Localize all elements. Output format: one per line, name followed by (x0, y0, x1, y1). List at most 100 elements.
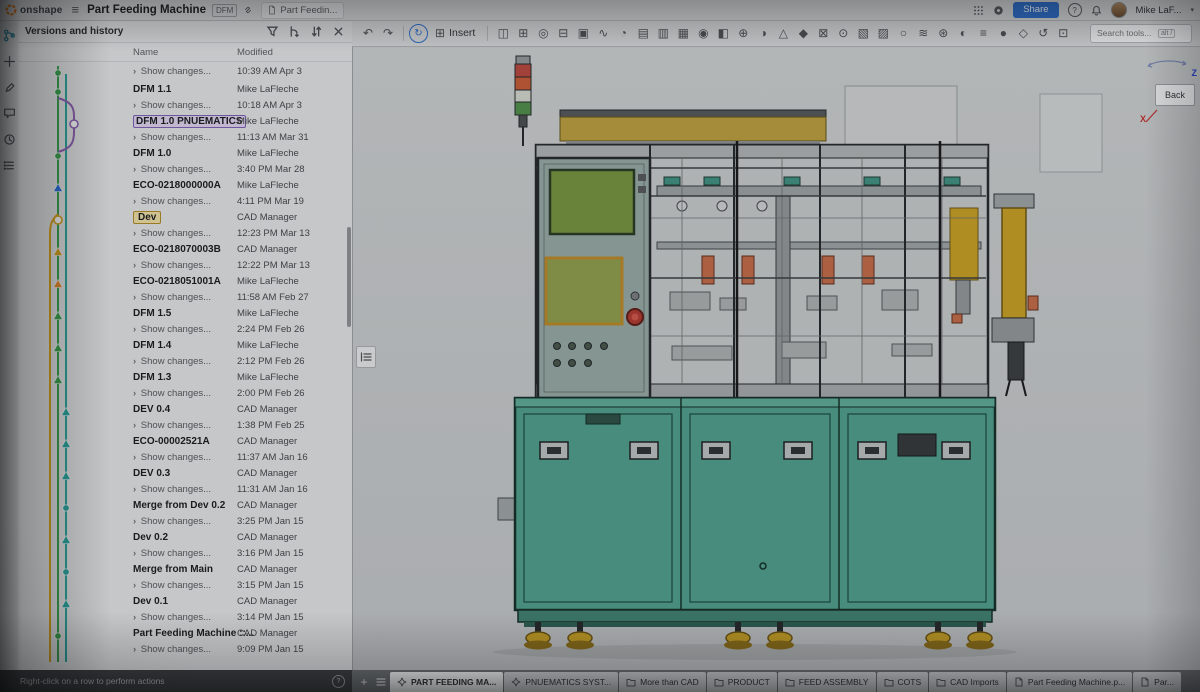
show-changes-link[interactable]: › Show changes... (133, 514, 237, 530)
resource-center-icon[interactable] (993, 5, 1004, 16)
tab-manager-icon[interactable] (372, 672, 390, 692)
version-row[interactable]: DFM 1.5› Show changes...Mike LaFleche2:2… (18, 306, 352, 338)
slider-mate-icon[interactable]: ⊟ (553, 23, 573, 43)
version-row[interactable]: ECO-00002521A› Show changes...CAD Manage… (18, 434, 352, 466)
tube-icon[interactable]: ○ (893, 23, 913, 43)
relations-icon[interactable]: ∿ (593, 23, 613, 43)
version-row[interactable]: DEV 0.3› Show changes...CAD Manager11:31… (18, 466, 352, 498)
measure-icon[interactable]: △ (773, 23, 793, 43)
linear-pattern-icon[interactable]: ▦ (673, 23, 693, 43)
version-row[interactable]: Dev 0.1› Show changes...CAD Manager3:14 … (18, 594, 352, 626)
show-changes-link[interactable]: › Show changes... (133, 64, 237, 80)
show-changes-link[interactable]: › Show changes... (133, 162, 237, 178)
close-icon[interactable] (332, 25, 345, 38)
version-row[interactable]: DFM 1.3› Show changes...Mike LaFleche2:0… (18, 370, 352, 402)
show-changes-link[interactable]: › Show changes... (133, 194, 237, 210)
appearance-icon[interactable]: ● (993, 23, 1013, 43)
version-row[interactable]: ECO-0218051001A› Show changes...Mike LaF… (18, 274, 352, 306)
version-row[interactable]: DEV 0.4› Show changes...CAD Manager1:38 … (18, 402, 352, 434)
frame-icon[interactable]: ▨ (873, 23, 893, 43)
version-row[interactable]: Dev› Show changes...CAD Manager12:23 PM … (18, 210, 352, 242)
hole-icon[interactable]: ⊙ (833, 23, 853, 43)
document-tab[interactable]: CAD Imports (929, 672, 1006, 692)
cam-relation-icon[interactable]: ◐ (953, 23, 973, 43)
panel-help-icon[interactable]: ? (332, 675, 345, 688)
replicate-icon[interactable]: ▥ (653, 23, 673, 43)
insert-button[interactable]: ⊞ Insert (428, 23, 482, 43)
mass-properties-icon[interactable]: ◆ (793, 23, 813, 43)
insights-icon[interactable] (3, 55, 16, 68)
version-row[interactable]: ECO-0218070003B› Show changes...CAD Mana… (18, 242, 352, 274)
interference-icon[interactable]: ⊠ (813, 23, 833, 43)
redo-icon[interactable]: ↷ (378, 23, 398, 43)
graphics-area[interactable]: Z Back X (352, 46, 1200, 670)
show-changes-link[interactable]: › Show changes... (133, 418, 237, 434)
update-available-icon[interactable]: ↻ (409, 24, 428, 43)
version-row[interactable]: Merge from Main› Show changes...CAD Mana… (18, 562, 352, 594)
mirror-icon[interactable]: ◧ (713, 23, 733, 43)
view-cube-back-face[interactable]: Back (1155, 84, 1195, 106)
show-changes-link[interactable]: › Show changes... (133, 546, 237, 562)
show-changes-link[interactable]: › Show changes... (133, 130, 237, 146)
show-changes-link[interactable]: › Show changes... (133, 642, 237, 658)
show-changes-link[interactable]: › Show changes... (133, 322, 237, 338)
show-changes-link[interactable]: › Show changes... (133, 258, 237, 274)
snapshot-icon[interactable]: ◔ (613, 23, 633, 43)
document-tab[interactable]: PRODUCT (707, 672, 777, 692)
onshape-logo-icon[interactable]: onshape (5, 4, 63, 16)
open-document-tab[interactable]: Part Feedin... (261, 2, 344, 19)
follow-mode-icon[interactable] (3, 81, 16, 94)
cad-model[interactable] (352, 46, 1200, 670)
group-icon[interactable]: ▣ (573, 23, 593, 43)
version-row[interactable]: DFM 1.1› Show changes...Mike LaFleche10:… (18, 82, 352, 114)
document-tab[interactable]: More than CAD (619, 672, 706, 692)
show-changes-link[interactable]: › Show changes... (133, 386, 237, 402)
show-changes-link[interactable]: › Show changes... (133, 578, 237, 594)
revolute-mate-icon[interactable]: ◎ (533, 23, 553, 43)
versions-history-icon[interactable] (3, 29, 16, 42)
version-row[interactable]: DFM 1.0 PNUEMATICS› Show changes...Mike … (18, 114, 352, 146)
help-icon[interactable]: ? (1068, 3, 1082, 17)
show-changes-link[interactable]: › Show changes... (133, 482, 237, 498)
section-view-icon[interactable]: ◑ (753, 23, 773, 43)
mate-icon[interactable]: ◫ (493, 23, 513, 43)
gear-relation-icon[interactable]: ⊛ (933, 23, 953, 43)
version-row[interactable]: DFM 1.0› Show changes...Mike LaFleche3:4… (18, 146, 352, 178)
add-tab-button[interactable]: + (356, 672, 372, 692)
belt-icon[interactable]: ≋ (913, 23, 933, 43)
show-changes-link[interactable]: › Show changes... (133, 98, 237, 114)
version-row[interactable]: ECO-0218000000A› Show changes...Mike LaF… (18, 178, 352, 210)
panel-scrollbar[interactable] (347, 227, 351, 327)
create-version-icon[interactable] (288, 25, 301, 38)
custom-feature-icon[interactable]: ⊡ (1053, 23, 1073, 43)
show-changes-link[interactable]: › Show changes... (133, 450, 237, 466)
explode-icon[interactable]: ⊕ (733, 23, 753, 43)
display-states-icon[interactable]: ◇ (1013, 23, 1033, 43)
version-row[interactable]: DFM 1.4› Show changes...Mike LaFleche2:1… (18, 338, 352, 370)
bom-icon[interactable]: ≡ (973, 23, 993, 43)
compare-icon[interactable] (310, 25, 323, 38)
filter-icon[interactable] (266, 25, 279, 38)
main-menu-icon[interactable]: ≡ (72, 0, 80, 20)
circular-pattern-icon[interactable]: ◉ (693, 23, 713, 43)
document-tab[interactable]: PART FEEDING MA... (390, 672, 503, 692)
user-avatar[interactable] (1111, 2, 1127, 18)
document-tab[interactable]: Par... (1133, 672, 1181, 692)
history-icon[interactable] (3, 133, 16, 146)
share-button[interactable]: Share (1013, 2, 1058, 18)
comments-icon[interactable] (3, 107, 16, 120)
version-row[interactable]: Merge from Dev 0.2› Show changes...CAD M… (18, 498, 352, 530)
version-row[interactable]: Dev 0.2› Show changes...CAD Manager3:16 … (18, 530, 352, 562)
apps-grid-icon[interactable] (973, 5, 984, 16)
show-changes-link[interactable]: › Show changes... (133, 354, 237, 370)
animate-icon[interactable]: ↺ (1033, 23, 1053, 43)
notifications-bell-icon[interactable] (1091, 5, 1102, 16)
document-tab[interactable]: PNUEMATICS SYST... (504, 672, 618, 692)
properties-icon[interactable] (3, 159, 16, 172)
view-cube[interactable]: Z Back X (1138, 52, 1200, 148)
undo-icon[interactable]: ↶ (358, 23, 378, 43)
search-tools-input[interactable] (1095, 27, 1155, 39)
show-changes-link[interactable]: › Show changes... (133, 226, 237, 242)
version-row[interactable]: Part Feeding Machine ::...› Show changes… (18, 626, 352, 658)
document-tab[interactable]: COTS (877, 672, 929, 692)
